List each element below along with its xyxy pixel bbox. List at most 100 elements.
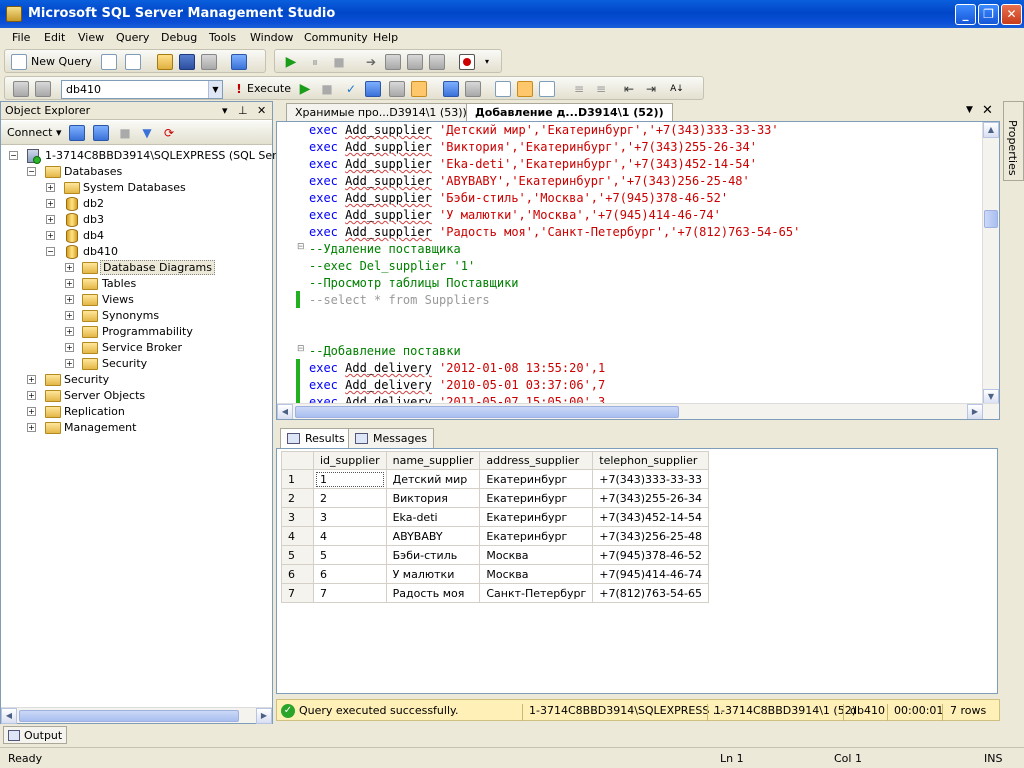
save-icon[interactable] <box>179 54 195 70</box>
column-header[interactable]: telephon_supplier <box>592 451 709 470</box>
outline-collapse-icon[interactable]: ⊟ <box>297 242 305 252</box>
connect-icon[interactable] <box>13 81 29 97</box>
table-cell[interactable]: Екатеринбург <box>479 507 594 527</box>
scroll-left-icon[interactable]: ◀ <box>1 708 17 724</box>
tab-messages[interactable]: Messages <box>348 428 434 448</box>
print-icon[interactable] <box>201 54 217 70</box>
expand-icon[interactable]: + <box>65 359 74 368</box>
new-file-icon[interactable] <box>101 54 117 70</box>
scroll-thumb[interactable] <box>19 710 239 722</box>
expand-icon[interactable]: + <box>46 215 55 224</box>
maximize-button[interactable]: ❐ <box>978 4 999 25</box>
expand-icon[interactable]: + <box>65 311 74 320</box>
toolbar-options-dropdown-icon[interactable]: ▾ <box>479 54 495 70</box>
scroll-right-icon[interactable]: ▶ <box>967 404 983 419</box>
expand-icon[interactable]: + <box>46 231 55 240</box>
table-row[interactable]: 7 7 Радость моя Санкт-Петербург +7(812)7… <box>281 583 709 603</box>
outline-collapse-icon[interactable]: ⊟ <box>297 344 305 354</box>
table-row[interactable]: 6 6 У малютки Москва +7(945)414-46-74 <box>281 564 709 584</box>
include-plan-icon[interactable] <box>443 81 459 97</box>
table-cell[interactable]: 1 <box>313 469 387 489</box>
row-number[interactable]: 7 <box>281 583 314 603</box>
refresh-icon[interactable]: ⟳ <box>161 125 177 141</box>
results-grid-toggle-icon[interactable] <box>517 81 533 97</box>
row-number[interactable]: 5 <box>281 545 314 565</box>
scroll-thumb[interactable] <box>984 210 998 228</box>
new-query-button[interactable]: New Query <box>31 55 92 68</box>
table-row[interactable]: 3 3 Eka-deti Екатеринбург +7(343)452-14-… <box>281 507 709 527</box>
expand-icon[interactable]: + <box>46 183 55 192</box>
table-cell[interactable]: Виктория <box>385 488 481 508</box>
table-cell[interactable]: +7(343)256-25-48 <box>592 526 709 546</box>
collapse-icon[interactable]: − <box>9 151 18 160</box>
properties-side-tab[interactable]: Properties <box>1003 101 1024 181</box>
table-row[interactable]: 4 4 ABYBABY Екатеринбург +7(343)256-25-4… <box>281 526 709 546</box>
menu-view[interactable]: View <box>78 31 104 44</box>
specify-values-icon[interactable]: A↓ <box>669 81 685 97</box>
cancel-query-icon[interactable]: ■ <box>319 81 335 97</box>
menu-community[interactable]: Community <box>304 31 368 44</box>
collapse-icon[interactable]: − <box>27 167 36 176</box>
table-cell[interactable]: Детский мир <box>385 469 481 489</box>
table-cell[interactable]: Москва <box>479 545 594 565</box>
table-cell[interactable]: 5 <box>313 545 387 565</box>
table-cell[interactable]: +7(343)333-33-33 <box>592 469 709 489</box>
expand-icon[interactable]: + <box>27 423 36 432</box>
expand-icon[interactable]: + <box>65 295 74 304</box>
menu-edit[interactable]: Edit <box>44 31 65 44</box>
close-icon[interactable]: ✕ <box>257 104 266 117</box>
results-to-grid-icon[interactable] <box>411 81 427 97</box>
table-cell[interactable]: 7 <box>313 583 387 603</box>
expand-icon[interactable]: + <box>65 327 74 336</box>
database-selector[interactable]: db410 ▼ <box>61 80 223 99</box>
step-over-icon[interactable]: ➔ <box>363 54 379 70</box>
expand-icon[interactable]: + <box>27 391 36 400</box>
step-out-icon[interactable] <box>407 54 423 70</box>
menu-help[interactable]: Help <box>373 31 398 44</box>
decrease-indent-icon[interactable]: ⇤ <box>621 81 637 97</box>
column-header[interactable]: name_supplier <box>385 451 481 470</box>
column-header[interactable]: address_supplier <box>479 451 594 470</box>
disconnect-icon[interactable] <box>35 81 51 97</box>
stop-icon[interactable]: ■ <box>117 125 133 141</box>
column-header[interactable]: id_supplier <box>313 451 387 470</box>
close-tab-icon[interactable]: ✕ <box>982 103 993 118</box>
table-cell[interactable]: +7(945)414-46-74 <box>592 564 709 584</box>
row-number[interactable]: 2 <box>281 488 314 508</box>
uncomment-lines-icon[interactable]: ≡ <box>593 81 609 97</box>
comment-lines-icon[interactable]: ≡ <box>571 81 587 97</box>
parse-icon[interactable]: ✓ <box>343 81 359 97</box>
pin-icon[interactable]: ⊥ <box>238 104 248 117</box>
table-cell[interactable]: 3 <box>313 507 387 527</box>
expand-icon[interactable]: + <box>27 375 36 384</box>
dropdown-icon[interactable]: ▾ <box>222 104 228 117</box>
output-tab[interactable]: Output <box>3 726 68 744</box>
tab-add-delivery[interactable]: Добавление д...D3914\1 (52)) <box>466 103 673 121</box>
scroll-up-icon[interactable]: ▲ <box>983 122 999 138</box>
scroll-right-icon[interactable]: ▶ <box>256 708 272 724</box>
object-explorer-hscroll[interactable]: ◀ ▶ <box>1 707 272 724</box>
tab-results[interactable]: Results <box>280 428 352 448</box>
editor-vscroll[interactable]: ▲ ▼ <box>982 122 999 405</box>
execute-button[interactable]: Execute <box>247 82 291 95</box>
table-cell[interactable]: Радость моя <box>385 583 481 603</box>
table-cell[interactable]: 2 <box>313 488 387 508</box>
editor-hscroll[interactable]: ◀ ▶ <box>277 403 999 419</box>
stop-debug-icon[interactable]: ■ <box>331 54 347 70</box>
increase-indent-icon[interactable]: ⇥ <box>643 81 659 97</box>
scroll-thumb[interactable] <box>295 406 679 418</box>
pause-icon[interactable]: ⏸ <box>307 54 323 70</box>
table-cell[interactable]: Eka-deti <box>385 507 481 527</box>
table-cell[interactable]: Екатеринбург <box>479 526 594 546</box>
window-layout-icon[interactable] <box>459 54 475 70</box>
estimated-plan-icon[interactable] <box>365 81 381 97</box>
sql-editor[interactable]: ⊟ ⊟ exec Add_supplier 'Детский мир','Ека… <box>276 121 1000 420</box>
table-cell[interactable]: +7(812)763-54-65 <box>592 583 709 603</box>
close-button[interactable]: ✕ <box>1001 4 1022 25</box>
expand-icon[interactable]: + <box>46 199 55 208</box>
query-designer-icon[interactable] <box>389 81 405 97</box>
new-item-icon[interactable] <box>125 54 141 70</box>
connect-server-icon[interactable] <box>69 125 85 141</box>
tab-list-dropdown-icon[interactable]: ▼ <box>966 105 973 115</box>
results-to-file-icon[interactable] <box>539 81 555 97</box>
